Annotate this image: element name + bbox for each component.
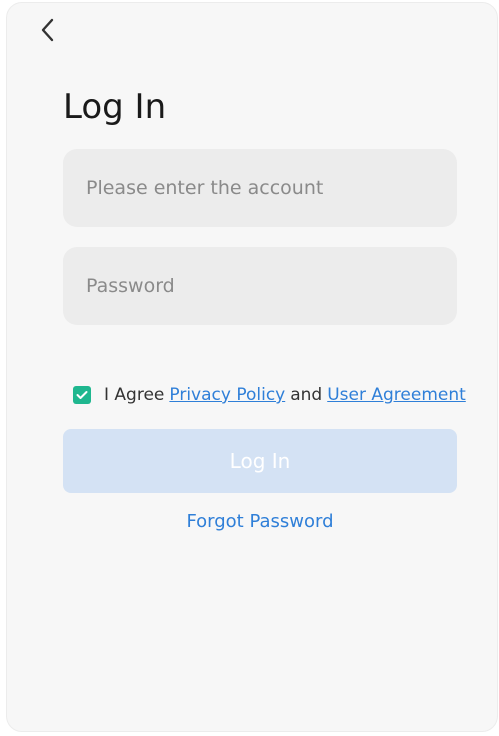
- login-button[interactable]: Log In: [63, 429, 457, 493]
- check-icon: [76, 391, 88, 399]
- agreement-prefix: I Agree: [104, 385, 165, 405]
- account-input[interactable]: [84, 176, 457, 200]
- forgot-password-link[interactable]: Forgot Password: [63, 511, 457, 532]
- agreement-checkbox[interactable]: [73, 386, 91, 404]
- account-field[interactable]: [63, 149, 457, 227]
- password-field[interactable]: [63, 247, 457, 325]
- agreement-row: I Agree Privacy Policy and User Agreemen…: [73, 385, 466, 405]
- agreement-conjunction: and: [290, 385, 323, 405]
- user-agreement-link[interactable]: User Agreement: [327, 385, 466, 405]
- back-button[interactable]: [33, 17, 63, 47]
- login-panel: Log In I Agree Privacy Policy and User A…: [6, 2, 498, 732]
- chevron-left-icon: [40, 17, 56, 47]
- page-title: Log In: [63, 87, 167, 127]
- password-input[interactable]: [84, 274, 457, 298]
- privacy-policy-link[interactable]: Privacy Policy: [169, 385, 285, 405]
